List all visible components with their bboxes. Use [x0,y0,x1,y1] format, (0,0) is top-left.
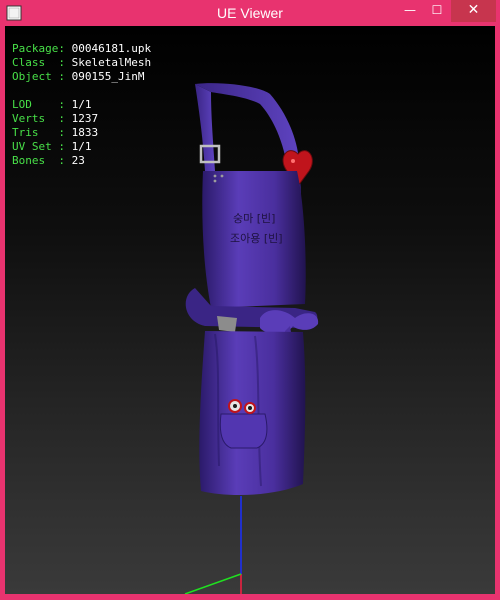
info-row-verts: Verts : 1237 [12,112,99,125]
info-row-uvset: UV Set : 1/1 [12,140,92,153]
uvset-value: 1/1 [71,140,92,153]
mesh-info-panel: Package: 00046181.upk Class : SkeletalMe… [12,42,151,168]
tris-value: 1833 [71,126,99,139]
bib-text-line1: 숭마 [빈] [233,212,275,225]
info-row-bones: Bones : 23 [12,154,85,167]
package-value: 00046181.upk [71,42,152,55]
bones-value: 23 [71,154,85,167]
info-row-class: Class : SkeletalMesh [12,56,152,69]
close-button[interactable]: ✕ [451,0,496,22]
info-row-object: Object : 090155_JinM [12,70,145,83]
axis-y [184,573,242,594]
minimize-button[interactable]: — [397,0,423,22]
info-row-lod: LOD : 1/1 [12,98,92,111]
bib-text-line2: 조아용 [빈] [230,232,283,245]
heart-highlight [291,159,295,163]
object-value: 090155_JinM [71,70,145,83]
info-row-tris: Tris : 1833 [12,126,99,139]
maximize-button[interactable]: ☐ [424,0,450,22]
3d-viewport[interactable]: 숭마 [빈] 조아용 [빈] Package: 00046181.upk Cla… [5,26,495,594]
app-window: UE Viewer — ☐ ✕ 숭마 [빈] 조아용 [빈] Package: … [0,0,500,600]
title-bar[interactable]: UE Viewer — ☐ ✕ [0,0,500,26]
verts-value: 1237 [71,112,99,125]
class-value: SkeletalMesh [71,56,152,69]
lod-value: 1/1 [71,98,92,111]
apron-pocket [219,413,268,449]
info-row-package: Package: 00046181.upk [12,42,152,55]
